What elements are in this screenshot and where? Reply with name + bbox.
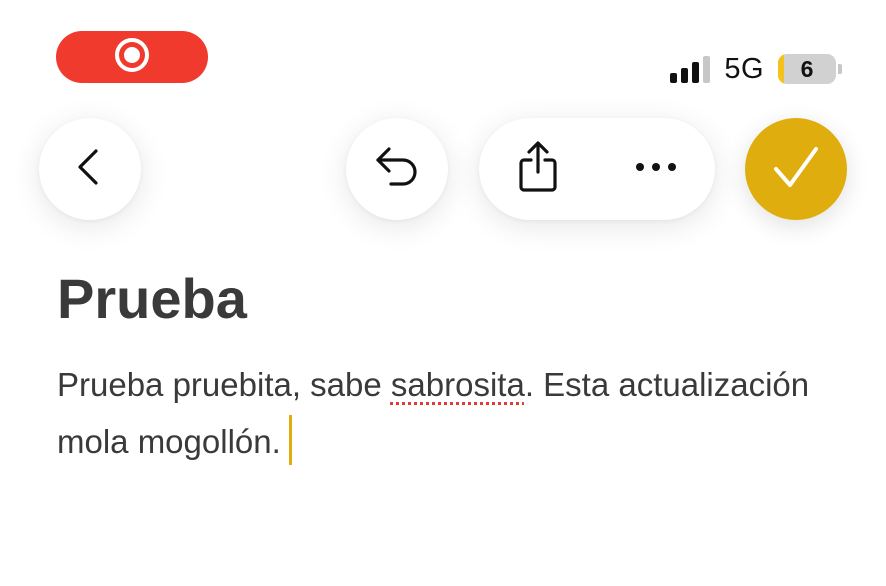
share-icon xyxy=(516,140,560,199)
status-bar-right: 5G 6 xyxy=(670,53,842,85)
note-title[interactable]: Prueba xyxy=(57,264,247,334)
network-type: 5G xyxy=(724,52,764,85)
chevron-left-icon xyxy=(70,147,110,192)
undo-icon xyxy=(373,145,421,194)
battery-icon: 6 xyxy=(778,54,836,84)
more-button[interactable] xyxy=(606,119,706,219)
actions-pill xyxy=(479,118,715,220)
cellular-signal-icon xyxy=(670,55,711,83)
checkmark-icon xyxy=(772,145,820,194)
done-button[interactable] xyxy=(745,118,847,220)
battery-level: 6 xyxy=(800,55,814,82)
note-body[interactable]: Prueba pruebita, sabe sabrosita. Esta ac… xyxy=(57,356,857,470)
notes-editor-screen: 5G 6 Prueba Prueba pruebita, sabe sabros… xyxy=(0,0,886,586)
record-icon xyxy=(114,37,150,78)
text-cursor xyxy=(288,415,292,465)
screen-recording-indicator[interactable] xyxy=(56,31,208,83)
back-button[interactable] xyxy=(39,118,141,220)
ellipsis-icon xyxy=(634,160,678,178)
body-text: Prueba pruebita, sabe xyxy=(57,366,391,403)
misspelled-word[interactable]: sabrosita xyxy=(391,366,525,403)
undo-button[interactable] xyxy=(346,118,448,220)
share-button[interactable] xyxy=(488,119,588,219)
